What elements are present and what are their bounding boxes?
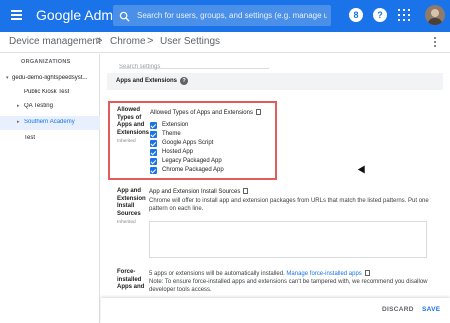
- checkbox-hosted-app[interactable]: [150, 149, 157, 156]
- org-item-root[interactable]: ▾ gedu-demo-lightspeedsyst...: [0, 72, 100, 86]
- force-installed-description: 5 apps or extensions will be automatical…: [149, 270, 428, 293]
- install-sources-textarea[interactable]: [149, 221, 427, 258]
- top-app-bar: Google Admin 8 ?: [0, 0, 450, 32]
- save-button[interactable]: SAVE: [422, 306, 440, 313]
- settings-search[interactable]: [119, 55, 269, 73]
- breadcrumb-separator: >: [147, 35, 154, 47]
- breadcrumb-device-management[interactable]: Device management: [9, 36, 101, 47]
- discard-button[interactable]: DISCARD: [382, 306, 414, 313]
- search-icon: [119, 9, 130, 27]
- breadcrumb-separator: >: [96, 35, 103, 47]
- org-item-qa-testing[interactable]: ▸ QA Testing: [0, 100, 100, 114]
- action-footer: DISCARD SAVE: [101, 298, 450, 323]
- expand-arrow-icon[interactable]: ▸: [17, 119, 20, 125]
- inherited-label: Inherited: [117, 220, 136, 225]
- setting-label-allowed-types: Allowed Types of Apps and Extensions: [117, 107, 150, 136]
- checkbox-theme[interactable]: [150, 131, 157, 138]
- checkbox-legacy-packaged-app[interactable]: [150, 158, 157, 165]
- install-sources-description: Chrome will offer to install app and ext…: [149, 198, 429, 212]
- org-item-public-kiosk-test[interactable]: Public Kiosk Test: [0, 86, 100, 100]
- inherited-label: Inherited: [117, 139, 136, 144]
- more-options-icon[interactable]: [433, 37, 437, 49]
- setting-title-install-sources: App and Extension Install Sources: [149, 188, 249, 195]
- mouse-cursor-icon: [357, 165, 369, 176]
- org-item-southern-academy[interactable]: ▸ Southern Academy: [0, 116, 100, 130]
- document-icon[interactable]: [243, 188, 249, 194]
- manage-force-installed-apps-link[interactable]: Manage force-installed apps: [286, 271, 361, 277]
- global-search-input[interactable]: [137, 8, 327, 23]
- breadcrumb-user-settings: User Settings: [160, 36, 221, 47]
- section-header-apps-extensions[interactable]: Apps and Extensions ?: [107, 73, 443, 90]
- expand-arrow-icon[interactable]: ▾: [6, 75, 9, 81]
- settings-main: Apps and Extensions ? Allowed Types of A…: [101, 54, 450, 323]
- breadcrumb: Device management > Chrome > User Settin…: [0, 32, 450, 53]
- document-icon[interactable]: [364, 270, 370, 276]
- global-search-box[interactable]: [113, 5, 331, 26]
- checkbox-google-apps-script[interactable]: [150, 140, 157, 147]
- section-title: Apps and Extensions: [116, 78, 178, 84]
- setting-label-install-sources: App and Extension Install Sources: [117, 188, 146, 217]
- breadcrumb-chrome[interactable]: Chrome: [110, 36, 146, 47]
- setting-title-allowed-types: Allowed Types of Apps and Extensions: [150, 109, 261, 116]
- organizations-panel: ORGANIZATIONS ▾ gedu-demo-lightspeedsyst…: [0, 54, 100, 323]
- app-brand[interactable]: Google Admin: [36, 7, 124, 23]
- help-icon[interactable]: ?: [373, 8, 387, 22]
- account-avatar[interactable]: [425, 5, 445, 25]
- hamburger-menu-icon[interactable]: [11, 10, 22, 20]
- settings-search-input[interactable]: [119, 61, 269, 73]
- expand-arrow-icon[interactable]: ▸: [17, 103, 20, 109]
- checkbox-chrome-packaged-app[interactable]: [150, 167, 157, 174]
- setting-label-force-installed: Force- installed Apps and: [117, 269, 145, 290]
- apps-grid-icon[interactable]: [398, 9, 410, 21]
- notifications-badge-icon[interactable]: 8: [349, 8, 363, 22]
- help-icon[interactable]: ?: [180, 77, 188, 85]
- document-icon[interactable]: [255, 109, 261, 115]
- checkbox-extension[interactable]: [150, 122, 157, 129]
- organizations-title: ORGANIZATIONS: [21, 59, 71, 65]
- org-item-test[interactable]: Test: [0, 132, 100, 146]
